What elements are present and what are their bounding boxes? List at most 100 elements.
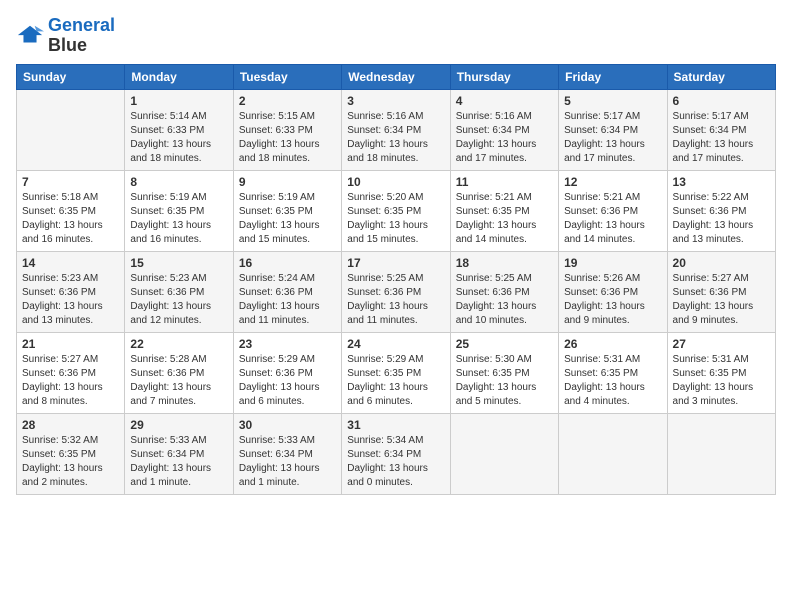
day-header-saturday: Saturday [667,64,775,89]
day-number: 10 [347,175,444,189]
day-number: 15 [130,256,227,270]
day-header-monday: Monday [125,64,233,89]
day-number: 28 [22,418,119,432]
day-info: Sunrise: 5:16 AM Sunset: 6:34 PM Dayligh… [456,110,553,166]
day-info: Sunrise: 5:17 AM Sunset: 6:34 PM Dayligh… [673,110,770,166]
calendar-cell: 20Sunrise: 5:27 AM Sunset: 6:36 PM Dayli… [667,251,775,332]
day-number: 20 [673,256,770,270]
calendar-cell: 10 Sunrise: 5:20 AM Sunset: 6:35 PM Dayli… [342,170,450,251]
logo-icon [16,22,44,50]
day-number: 25 [456,337,553,351]
day-number: 17 [347,256,444,270]
day-header-friday: Friday [559,64,667,89]
day-header-tuesday: Tuesday [233,64,341,89]
calendar-cell: 16 Sunrise: 5:24 AM Sunset: 6:36 PM Dayli… [233,251,341,332]
day-number: 11 [456,175,553,189]
calendar-cell: 19Sunrise: 5:26 AM Sunset: 6:36 PM Dayli… [559,251,667,332]
day-info: Sunrise: 5:30 AM Sunset: 6:35 PM Dayligh… [456,353,553,409]
day-number: 4 [456,94,553,108]
day-number: 19 [564,256,661,270]
calendar-cell: 25 Sunrise: 5:30 AM Sunset: 6:35 PM Dayli… [450,332,558,413]
day-info: Sunrise: 5:23 AM Sunset: 6:36 PM Dayligh… [130,272,227,328]
day-info: Sunrise: 5:23 AM Sunset: 6:36 PM Dayligh… [22,272,119,328]
day-info: Sunrise: 5:20 AM Sunset: 6:35 PM Dayligh… [347,191,444,247]
calendar-cell: 3 Sunrise: 5:16 AM Sunset: 6:34 PM Daylig… [342,89,450,170]
day-number: 3 [347,94,444,108]
day-number: 1 [130,94,227,108]
day-number: 22 [130,337,227,351]
calendar-cell: 13Sunrise: 5:22 AM Sunset: 6:36 PM Dayli… [667,170,775,251]
calendar-cell: 27 Sunrise: 5:31 AM Sunset: 6:35 PM Dayli… [667,332,775,413]
day-number: 9 [239,175,336,189]
calendar-week-row: 7Sunrise: 5:18 AM Sunset: 6:35 PM Daylig… [17,170,776,251]
day-info: Sunrise: 5:27 AM Sunset: 6:36 PM Dayligh… [22,353,119,409]
calendar-cell: 1 Sunrise: 5:14 AM Sunset: 6:33 PM Daylig… [125,89,233,170]
calendar-table: SundayMondayTuesdayWednesdayThursdayFrid… [16,64,776,495]
day-info: Sunrise: 5:24 AM Sunset: 6:36 PM Dayligh… [239,272,336,328]
day-info: Sunrise: 5:29 AM Sunset: 6:35 PM Dayligh… [347,353,444,409]
day-info: Sunrise: 5:25 AM Sunset: 6:36 PM Dayligh… [456,272,553,328]
day-number: 24 [347,337,444,351]
calendar-cell: 8 Sunrise: 5:19 AM Sunset: 6:35 PM Daylig… [125,170,233,251]
calendar-header-row: SundayMondayTuesdayWednesdayThursdayFrid… [17,64,776,89]
day-info: Sunrise: 5:31 AM Sunset: 6:35 PM Dayligh… [673,353,770,409]
calendar-cell: 31 Sunrise: 5:34 AM Sunset: 6:34 PM Dayli… [342,413,450,494]
day-info: Sunrise: 5:34 AM Sunset: 6:34 PM Dayligh… [347,434,444,490]
day-info: Sunrise: 5:33 AM Sunset: 6:34 PM Dayligh… [239,434,336,490]
calendar-cell: 29Sunrise: 5:33 AM Sunset: 6:34 PM Dayli… [125,413,233,494]
day-info: Sunrise: 5:17 AM Sunset: 6:34 PM Dayligh… [564,110,661,166]
calendar-cell: 2 Sunrise: 5:15 AM Sunset: 6:33 PM Daylig… [233,89,341,170]
day-number: 8 [130,175,227,189]
day-number: 23 [239,337,336,351]
calendar-week-row: 21 Sunrise: 5:27 AM Sunset: 6:36 PM Dayli… [17,332,776,413]
calendar-cell: 9 Sunrise: 5:19 AM Sunset: 6:35 PM Daylig… [233,170,341,251]
day-number: 2 [239,94,336,108]
day-number: 27 [673,337,770,351]
day-info: Sunrise: 5:32 AM Sunset: 6:35 PM Dayligh… [22,434,119,490]
page-header: General Blue [16,16,776,56]
calendar-week-row: 1 Sunrise: 5:14 AM Sunset: 6:33 PM Daylig… [17,89,776,170]
calendar-cell [667,413,775,494]
calendar-cell: 30 Sunrise: 5:33 AM Sunset: 6:34 PM Dayli… [233,413,341,494]
logo-text: General Blue [48,16,115,56]
day-info: Sunrise: 5:16 AM Sunset: 6:34 PM Dayligh… [347,110,444,166]
day-info: Sunrise: 5:21 AM Sunset: 6:36 PM Dayligh… [564,191,661,247]
calendar-cell: 11 Sunrise: 5:21 AM Sunset: 6:35 PM Dayli… [450,170,558,251]
calendar-cell: 22Sunrise: 5:28 AM Sunset: 6:36 PM Dayli… [125,332,233,413]
day-info: Sunrise: 5:19 AM Sunset: 6:35 PM Dayligh… [130,191,227,247]
calendar-cell: 6 Sunrise: 5:17 AM Sunset: 6:34 PM Daylig… [667,89,775,170]
calendar-cell: 18 Sunrise: 5:25 AM Sunset: 6:36 PM Dayli… [450,251,558,332]
day-number: 12 [564,175,661,189]
day-info: Sunrise: 5:33 AM Sunset: 6:34 PM Dayligh… [130,434,227,490]
day-info: Sunrise: 5:22 AM Sunset: 6:36 PM Dayligh… [673,191,770,247]
day-number: 5 [564,94,661,108]
calendar-cell: 23Sunrise: 5:29 AM Sunset: 6:36 PM Dayli… [233,332,341,413]
calendar-cell [559,413,667,494]
day-number: 14 [22,256,119,270]
day-number: 16 [239,256,336,270]
calendar-cell: 15 Sunrise: 5:23 AM Sunset: 6:36 PM Dayli… [125,251,233,332]
day-number: 6 [673,94,770,108]
day-header-thursday: Thursday [450,64,558,89]
day-number: 18 [456,256,553,270]
day-info: Sunrise: 5:25 AM Sunset: 6:36 PM Dayligh… [347,272,444,328]
calendar-cell: 28 Sunrise: 5:32 AM Sunset: 6:35 PM Dayli… [17,413,125,494]
calendar-cell [450,413,558,494]
day-number: 31 [347,418,444,432]
calendar-week-row: 14 Sunrise: 5:23 AM Sunset: 6:36 PM Dayli… [17,251,776,332]
day-number: 26 [564,337,661,351]
calendar-cell: 26Sunrise: 5:31 AM Sunset: 6:35 PM Dayli… [559,332,667,413]
day-info: Sunrise: 5:19 AM Sunset: 6:35 PM Dayligh… [239,191,336,247]
calendar-cell [17,89,125,170]
calendar-cell: 4 Sunrise: 5:16 AM Sunset: 6:34 PM Daylig… [450,89,558,170]
day-number: 30 [239,418,336,432]
calendar-week-row: 28 Sunrise: 5:32 AM Sunset: 6:35 PM Dayli… [17,413,776,494]
calendar-cell: 12 Sunrise: 5:21 AM Sunset: 6:36 PM Dayli… [559,170,667,251]
day-info: Sunrise: 5:14 AM Sunset: 6:33 PM Dayligh… [130,110,227,166]
day-info: Sunrise: 5:21 AM Sunset: 6:35 PM Dayligh… [456,191,553,247]
day-number: 21 [22,337,119,351]
calendar-cell: 14 Sunrise: 5:23 AM Sunset: 6:36 PM Dayli… [17,251,125,332]
calendar-cell: 5 Sunrise: 5:17 AM Sunset: 6:34 PM Daylig… [559,89,667,170]
logo: General Blue [16,16,115,56]
day-info: Sunrise: 5:15 AM Sunset: 6:33 PM Dayligh… [239,110,336,166]
